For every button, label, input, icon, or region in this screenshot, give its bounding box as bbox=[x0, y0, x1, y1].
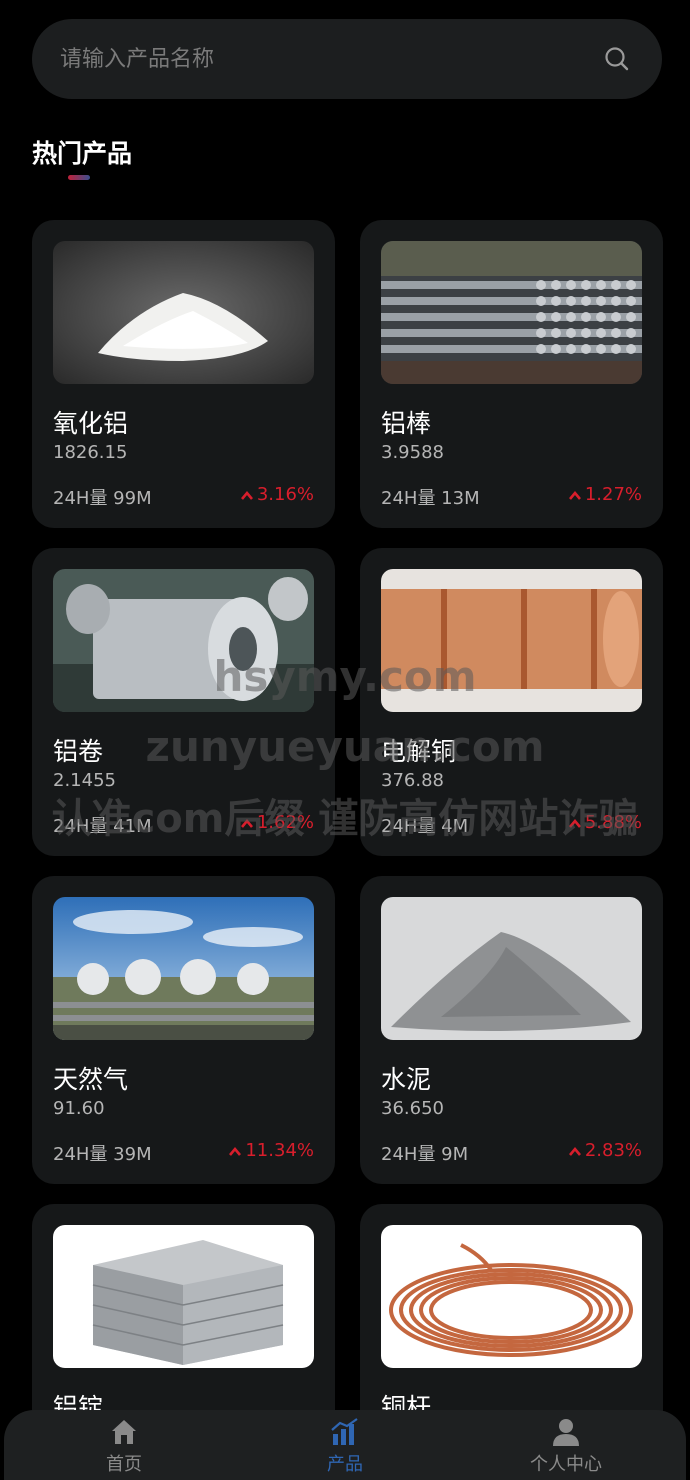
arrow-up-icon bbox=[568, 1146, 581, 1156]
aluminum-bars-image bbox=[381, 241, 642, 384]
arrow-up-icon bbox=[568, 818, 581, 828]
home-icon bbox=[112, 1420, 136, 1444]
copper-wire-image bbox=[381, 1225, 642, 1368]
aluminum-ingots-image bbox=[53, 1225, 314, 1368]
product-name: 氧化铝 bbox=[53, 409, 129, 438]
product-change-value: 1.27% bbox=[584, 484, 642, 505]
product-volume: 24H量 41M bbox=[53, 816, 152, 837]
product-card[interactable]: 铝卷 2.1455 24H量 41M 1.62% bbox=[32, 548, 335, 856]
nav-item-home[interactable]: 首页 bbox=[64, 1410, 184, 1480]
user-icon bbox=[553, 1419, 579, 1446]
product-volume: 24H量 9M bbox=[381, 1144, 469, 1165]
search-icon[interactable] bbox=[600, 42, 634, 76]
product-card[interactable]: 氧化铝 1826.15 24H量 99M 3.16% bbox=[32, 220, 335, 528]
product-volume: 24H量 39M bbox=[53, 1144, 152, 1165]
search-input[interactable] bbox=[60, 46, 600, 72]
product-volume: 24H量 4M bbox=[381, 816, 469, 837]
nav-label: 首页 bbox=[106, 1454, 142, 1475]
product-card[interactable]: 铝棒 3.9588 24H量 13M 1.27% bbox=[360, 220, 663, 528]
nav-item-products[interactable]: 产品 bbox=[285, 1410, 405, 1480]
product-price: 3.9588 bbox=[381, 442, 444, 463]
search-bar[interactable] bbox=[32, 19, 662, 99]
arrow-up-icon bbox=[240, 818, 253, 828]
gas-tanks-image bbox=[53, 897, 314, 1040]
nav-label: 产品 bbox=[327, 1454, 363, 1475]
section-title: 热门产品 bbox=[32, 139, 133, 168]
product-change: 1.27% bbox=[568, 484, 642, 505]
product-volume: 24H量 13M bbox=[381, 488, 480, 509]
product-name: 水泥 bbox=[381, 1065, 432, 1094]
bottom-nav: 首页 产品 个人中心 bbox=[4, 1410, 686, 1480]
product-change: 11.34% bbox=[228, 1140, 314, 1161]
cement-pile-image bbox=[381, 897, 642, 1040]
chart-icon bbox=[331, 1418, 358, 1445]
white-powder-image bbox=[53, 241, 314, 384]
product-price: 91.60 bbox=[53, 1098, 105, 1119]
arrow-up-icon bbox=[229, 1146, 242, 1156]
product-change-value: 3.16% bbox=[256, 484, 314, 505]
product-volume: 24H量 99M bbox=[53, 488, 152, 509]
product-card[interactable]: 天然气 91.60 24H量 39M 11.34% bbox=[32, 876, 335, 1184]
product-name: 铝卷 bbox=[53, 737, 104, 766]
product-change-value: 11.34% bbox=[245, 1140, 314, 1161]
product-name: 天然气 bbox=[53, 1065, 129, 1094]
product-change: 5.88% bbox=[568, 812, 642, 833]
product-change-value: 2.83% bbox=[584, 1140, 642, 1161]
product-price: 36.650 bbox=[381, 1098, 444, 1119]
product-name: 铝棒 bbox=[381, 409, 432, 438]
aluminum-coil-image bbox=[53, 569, 314, 712]
arrow-up-icon bbox=[568, 490, 581, 500]
product-change: 1.62% bbox=[240, 812, 314, 833]
product-name: 电解铜 bbox=[381, 737, 457, 766]
product-change-value: 5.88% bbox=[584, 812, 642, 833]
product-card[interactable]: 电解铜 376.88 24H量 4M 5.88% bbox=[360, 548, 663, 856]
product-change: 2.83% bbox=[568, 1140, 642, 1161]
product-card[interactable]: 水泥 36.650 24H量 9M 2.83% bbox=[360, 876, 663, 1184]
nav-label: 个人中心 bbox=[530, 1454, 602, 1475]
product-change: 3.16% bbox=[240, 484, 314, 505]
product-price: 2.1455 bbox=[53, 770, 116, 791]
product-change-value: 1.62% bbox=[256, 812, 314, 833]
product-price: 376.88 bbox=[381, 770, 444, 791]
arrow-up-icon bbox=[240, 490, 253, 500]
product-price: 1826.15 bbox=[53, 442, 128, 463]
copper-coil-image bbox=[381, 569, 642, 712]
title-underline bbox=[68, 175, 90, 180]
nav-item-profile[interactable]: 个人中心 bbox=[506, 1410, 626, 1480]
